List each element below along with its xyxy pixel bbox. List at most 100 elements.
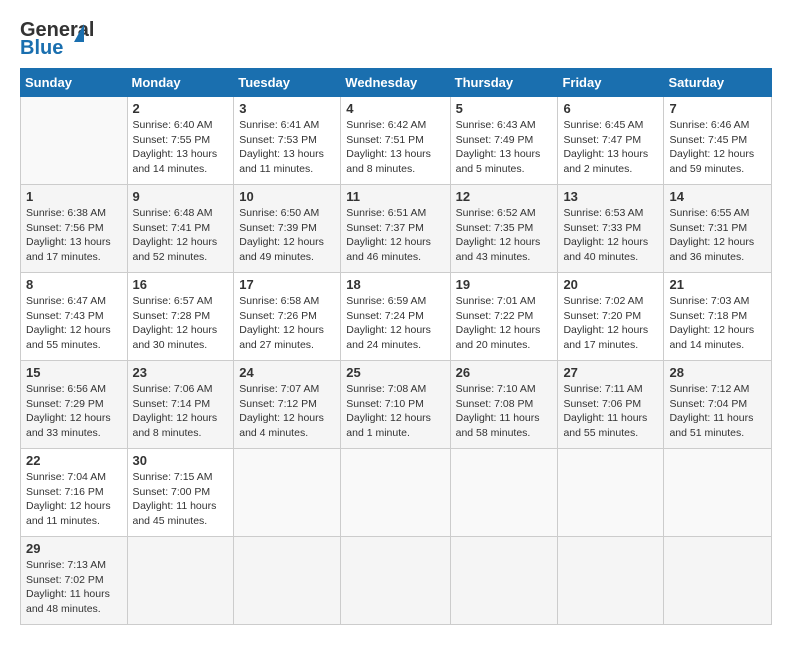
col-header-monday: Monday xyxy=(127,69,234,97)
calendar-cell xyxy=(234,449,341,537)
day-number: 20 xyxy=(563,277,658,292)
day-number: 9 xyxy=(133,189,229,204)
page-header: General Blue xyxy=(20,20,772,58)
day-number: 2 xyxy=(133,101,229,116)
day-number: 15 xyxy=(26,365,122,380)
day-info: Sunrise: 6:51 AM Sunset: 7:37 PM Dayligh… xyxy=(346,206,444,265)
day-number: 7 xyxy=(669,101,766,116)
day-info: Sunrise: 6:48 AM Sunset: 7:41 PM Dayligh… xyxy=(133,206,229,265)
calendar-cell: 20 Sunrise: 7:02 AM Sunset: 7:20 PM Dayli… xyxy=(558,273,664,361)
day-info: Sunrise: 6:38 AM Sunset: 7:56 PM Dayligh… xyxy=(26,206,122,265)
day-info: Sunrise: 7:08 AM Sunset: 7:10 PM Dayligh… xyxy=(346,382,444,441)
calendar-cell: 12 Sunrise: 6:52 AM Sunset: 7:35 PM Dayli… xyxy=(450,185,558,273)
calendar-cell: 11 Sunrise: 6:51 AM Sunset: 7:37 PM Dayli… xyxy=(341,185,450,273)
calendar-cell: 22 Sunrise: 7:04 AM Sunset: 7:16 PM Dayli… xyxy=(21,449,128,537)
day-info: Sunrise: 7:07 AM Sunset: 7:12 PM Dayligh… xyxy=(239,382,335,441)
calendar-cell xyxy=(558,537,664,625)
day-number: 18 xyxy=(346,277,444,292)
calendar-cell: 1 Sunrise: 6:38 AM Sunset: 7:56 PM Daylig… xyxy=(21,185,128,273)
calendar-cell: 13 Sunrise: 6:53 AM Sunset: 7:33 PM Dayli… xyxy=(558,185,664,273)
calendar-week-row: 1 Sunrise: 6:38 AM Sunset: 7:56 PM Daylig… xyxy=(21,185,772,273)
day-info: Sunrise: 7:01 AM Sunset: 7:22 PM Dayligh… xyxy=(456,294,553,353)
calendar-cell: 30 Sunrise: 7:15 AM Sunset: 7:00 PM Dayli… xyxy=(127,449,234,537)
day-info: Sunrise: 6:46 AM Sunset: 7:45 PM Dayligh… xyxy=(669,118,766,177)
day-number: 28 xyxy=(669,365,766,380)
calendar-cell xyxy=(341,449,450,537)
calendar-cell: 5 Sunrise: 6:43 AM Sunset: 7:49 PM Daylig… xyxy=(450,97,558,185)
day-number: 30 xyxy=(133,453,229,468)
day-info: Sunrise: 7:02 AM Sunset: 7:20 PM Dayligh… xyxy=(563,294,658,353)
calendar-cell xyxy=(664,449,772,537)
calendar-cell: 3Sunrise: 6:41 AM Sunset: 7:53 PM Daylig… xyxy=(234,97,341,185)
calendar-cell: 17 Sunrise: 6:58 AM Sunset: 7:26 PM Dayli… xyxy=(234,273,341,361)
calendar-cell xyxy=(341,537,450,625)
calendar-cell: 15 Sunrise: 6:56 AM Sunset: 7:29 PM Dayli… xyxy=(21,361,128,449)
day-number: 13 xyxy=(563,189,658,204)
calendar-cell: 23Sunrise: 7:06 AM Sunset: 7:14 PM Dayli… xyxy=(127,361,234,449)
day-number: 14 xyxy=(669,189,766,204)
day-info: Sunrise: 7:04 AM Sunset: 7:16 PM Dayligh… xyxy=(26,470,122,529)
calendar-cell xyxy=(664,537,772,625)
calendar-cell: 7 Sunrise: 6:46 AM Sunset: 7:45 PM Daylig… xyxy=(664,97,772,185)
day-number: 12 xyxy=(456,189,553,204)
day-info: Sunrise: 6:52 AM Sunset: 7:35 PM Dayligh… xyxy=(456,206,553,265)
calendar-week-row: 22 Sunrise: 7:04 AM Sunset: 7:16 PM Dayli… xyxy=(21,449,772,537)
col-header-tuesday: Tuesday xyxy=(234,69,341,97)
calendar-week-row: 15 Sunrise: 6:56 AM Sunset: 7:29 PM Dayli… xyxy=(21,361,772,449)
col-header-thursday: Thursday xyxy=(450,69,558,97)
calendar-cell xyxy=(450,537,558,625)
calendar-cell: 26Sunrise: 7:10 AM Sunset: 7:08 PM Dayli… xyxy=(450,361,558,449)
calendar-week-row: 2 Sunrise: 6:40 AM Sunset: 7:55 PM Daylig… xyxy=(21,97,772,185)
day-info: Sunrise: 6:40 AM Sunset: 7:55 PM Dayligh… xyxy=(133,118,229,177)
calendar-body: 2 Sunrise: 6:40 AM Sunset: 7:55 PM Daylig… xyxy=(21,97,772,625)
day-info: Sunrise: 6:42 AM Sunset: 7:51 PM Dayligh… xyxy=(346,118,444,177)
day-info: Sunrise: 6:55 AM Sunset: 7:31 PM Dayligh… xyxy=(669,206,766,265)
calendar-cell: 8Sunrise: 6:47 AM Sunset: 7:43 PM Daylig… xyxy=(21,273,128,361)
col-header-wednesday: Wednesday xyxy=(341,69,450,97)
day-number: 1 xyxy=(26,189,122,204)
day-info: Sunrise: 7:06 AM Sunset: 7:14 PM Dayligh… xyxy=(133,382,229,441)
day-number: 19 xyxy=(456,277,553,292)
day-number: 11 xyxy=(346,189,444,204)
day-info: Sunrise: 6:43 AM Sunset: 7:49 PM Dayligh… xyxy=(456,118,553,177)
calendar-week-row: 29 Sunrise: 7:13 AM Sunset: 7:02 PM Dayli… xyxy=(21,537,772,625)
day-number: 25 xyxy=(346,365,444,380)
day-info: Sunrise: 6:59 AM Sunset: 7:24 PM Dayligh… xyxy=(346,294,444,353)
day-info: Sunrise: 6:50 AM Sunset: 7:39 PM Dayligh… xyxy=(239,206,335,265)
day-info: Sunrise: 7:15 AM Sunset: 7:00 PM Dayligh… xyxy=(133,470,229,529)
calendar-cell: 25 Sunrise: 7:08 AM Sunset: 7:10 PM Dayli… xyxy=(341,361,450,449)
calendar-cell: 24Sunrise: 7:07 AM Sunset: 7:12 PM Dayli… xyxy=(234,361,341,449)
day-info: Sunrise: 6:53 AM Sunset: 7:33 PM Dayligh… xyxy=(563,206,658,265)
day-info: Sunrise: 6:58 AM Sunset: 7:26 PM Dayligh… xyxy=(239,294,335,353)
calendar-cell: 14 Sunrise: 6:55 AM Sunset: 7:31 PM Dayli… xyxy=(664,185,772,273)
calendar-cell: 2 Sunrise: 6:40 AM Sunset: 7:55 PM Daylig… xyxy=(127,97,234,185)
calendar-cell xyxy=(127,537,234,625)
calendar-cell xyxy=(234,537,341,625)
calendar-cell: 19 Sunrise: 7:01 AM Sunset: 7:22 PM Dayli… xyxy=(450,273,558,361)
day-number: 5 xyxy=(456,101,553,116)
calendar-cell: 21Sunrise: 7:03 AM Sunset: 7:18 PM Dayli… xyxy=(664,273,772,361)
day-info: Sunrise: 6:45 AM Sunset: 7:47 PM Dayligh… xyxy=(563,118,658,177)
day-number: 8 xyxy=(26,277,122,292)
day-number: 17 xyxy=(239,277,335,292)
day-number: 4 xyxy=(346,101,444,116)
day-info: Sunrise: 6:56 AM Sunset: 7:29 PM Dayligh… xyxy=(26,382,122,441)
calendar-cell: 6Sunrise: 6:45 AM Sunset: 7:47 PM Daylig… xyxy=(558,97,664,185)
day-info: Sunrise: 7:13 AM Sunset: 7:02 PM Dayligh… xyxy=(26,558,122,617)
day-number: 16 xyxy=(133,277,229,292)
logo: General Blue xyxy=(20,20,72,58)
day-number: 3 xyxy=(239,101,335,116)
calendar-cell: 29 Sunrise: 7:13 AM Sunset: 7:02 PM Dayli… xyxy=(21,537,128,625)
calendar-cell: 16 Sunrise: 6:57 AM Sunset: 7:28 PM Dayli… xyxy=(127,273,234,361)
day-number: 26 xyxy=(456,365,553,380)
day-info: Sunrise: 7:11 AM Sunset: 7:06 PM Dayligh… xyxy=(563,382,658,441)
calendar-cell: 27 Sunrise: 7:11 AM Sunset: 7:06 PM Dayli… xyxy=(558,361,664,449)
calendar-cell xyxy=(450,449,558,537)
day-number: 29 xyxy=(26,541,122,556)
day-number: 27 xyxy=(563,365,658,380)
calendar-week-row: 8Sunrise: 6:47 AM Sunset: 7:43 PM Daylig… xyxy=(21,273,772,361)
calendar-header-row: SundayMondayTuesdayWednesdayThursdayFrid… xyxy=(21,69,772,97)
day-number: 22 xyxy=(26,453,122,468)
day-info: Sunrise: 6:57 AM Sunset: 7:28 PM Dayligh… xyxy=(133,294,229,353)
day-info: Sunrise: 7:12 AM Sunset: 7:04 PM Dayligh… xyxy=(669,382,766,441)
